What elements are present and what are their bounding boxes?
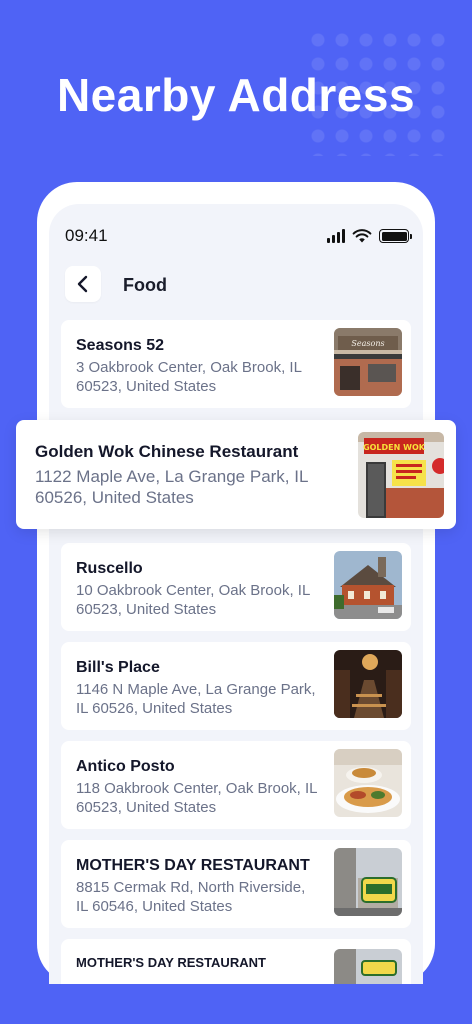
page-headline: Nearby Address	[56, 69, 416, 121]
place-name: Ruscello	[76, 560, 143, 577]
cellular-signal-icon	[327, 229, 345, 243]
place-name: MOTHER'S DAY RESTAURANT	[76, 857, 310, 874]
list-item[interactable]: Antico Posto 118 Oakbrook Center, Oak Br…	[61, 741, 411, 829]
list-item[interactable]: MOTHER'S DAY RESTAURANT 8815 Cermak Rd, …	[61, 840, 411, 928]
list-item[interactable]: Ruscello 10 Oakbrook Center, Oak Brook, …	[61, 543, 411, 631]
list-item[interactable]: Seasons 52 3 Oakbrook Center, Oak Brook,…	[61, 320, 411, 408]
place-address: 10 Oakbrook Center, Oak Brook, IL 60523,…	[76, 582, 310, 618]
status-icons	[327, 228, 412, 244]
svg-text:Seasons: Seasons	[351, 339, 384, 348]
place-photo: Seasons	[334, 328, 402, 396]
place-name: MOTHER'S DAY RESTAURANT	[76, 955, 266, 970]
featured-list-item[interactable]: Golden Wok Chinese Restaurant 1122 Maple…	[16, 420, 456, 529]
svg-text:GOLDEN WOK: GOLDEN WOK	[363, 443, 426, 452]
place-address: 3 Oakbrook Center, Oak Brook, IL 60523, …	[76, 359, 302, 395]
chevron-left-icon	[77, 275, 88, 293]
list-item[interactable]: Bill's Place 1146 N Maple Ave, La Grange…	[61, 642, 411, 730]
place-address: 118 Oakbrook Center, Oak Brook, IL 60523…	[76, 780, 317, 816]
place-photo	[334, 848, 402, 916]
battery-icon	[379, 229, 412, 243]
place-name: Antico Posto	[76, 758, 175, 775]
place-photo	[334, 650, 402, 718]
phone-frame: 09:41 Food Seasons 52 3 Oakbrook Center,…	[37, 182, 435, 984]
place-address: 8815 Cermak Rd, North Riverside, IL 6054…	[76, 879, 306, 915]
place-address: 1146 N Maple Ave, La Grange Park, IL 605…	[76, 681, 316, 717]
list-item[interactable]: MOTHER'S DAY RESTAURANT	[61, 939, 411, 984]
place-photo	[334, 749, 402, 817]
status-time: 09:41	[65, 226, 108, 245]
page-title: Food	[123, 275, 167, 295]
place-photo	[334, 551, 402, 619]
place-name: Seasons 52	[76, 337, 165, 354]
phone-screen: 09:41 Food Seasons 52 3 Oakbrook Center,…	[49, 204, 423, 984]
back-button[interactable]	[65, 266, 101, 302]
place-name: Bill's Place	[76, 659, 160, 676]
wifi-icon	[352, 229, 372, 243]
place-name: Golden Wok Chinese Restaurant	[35, 442, 299, 461]
place-photo	[334, 949, 402, 984]
place-address: 1122 Maple Ave, La Grange Park, IL 60526…	[35, 467, 308, 507]
place-photo: GOLDEN WOK	[358, 432, 444, 518]
